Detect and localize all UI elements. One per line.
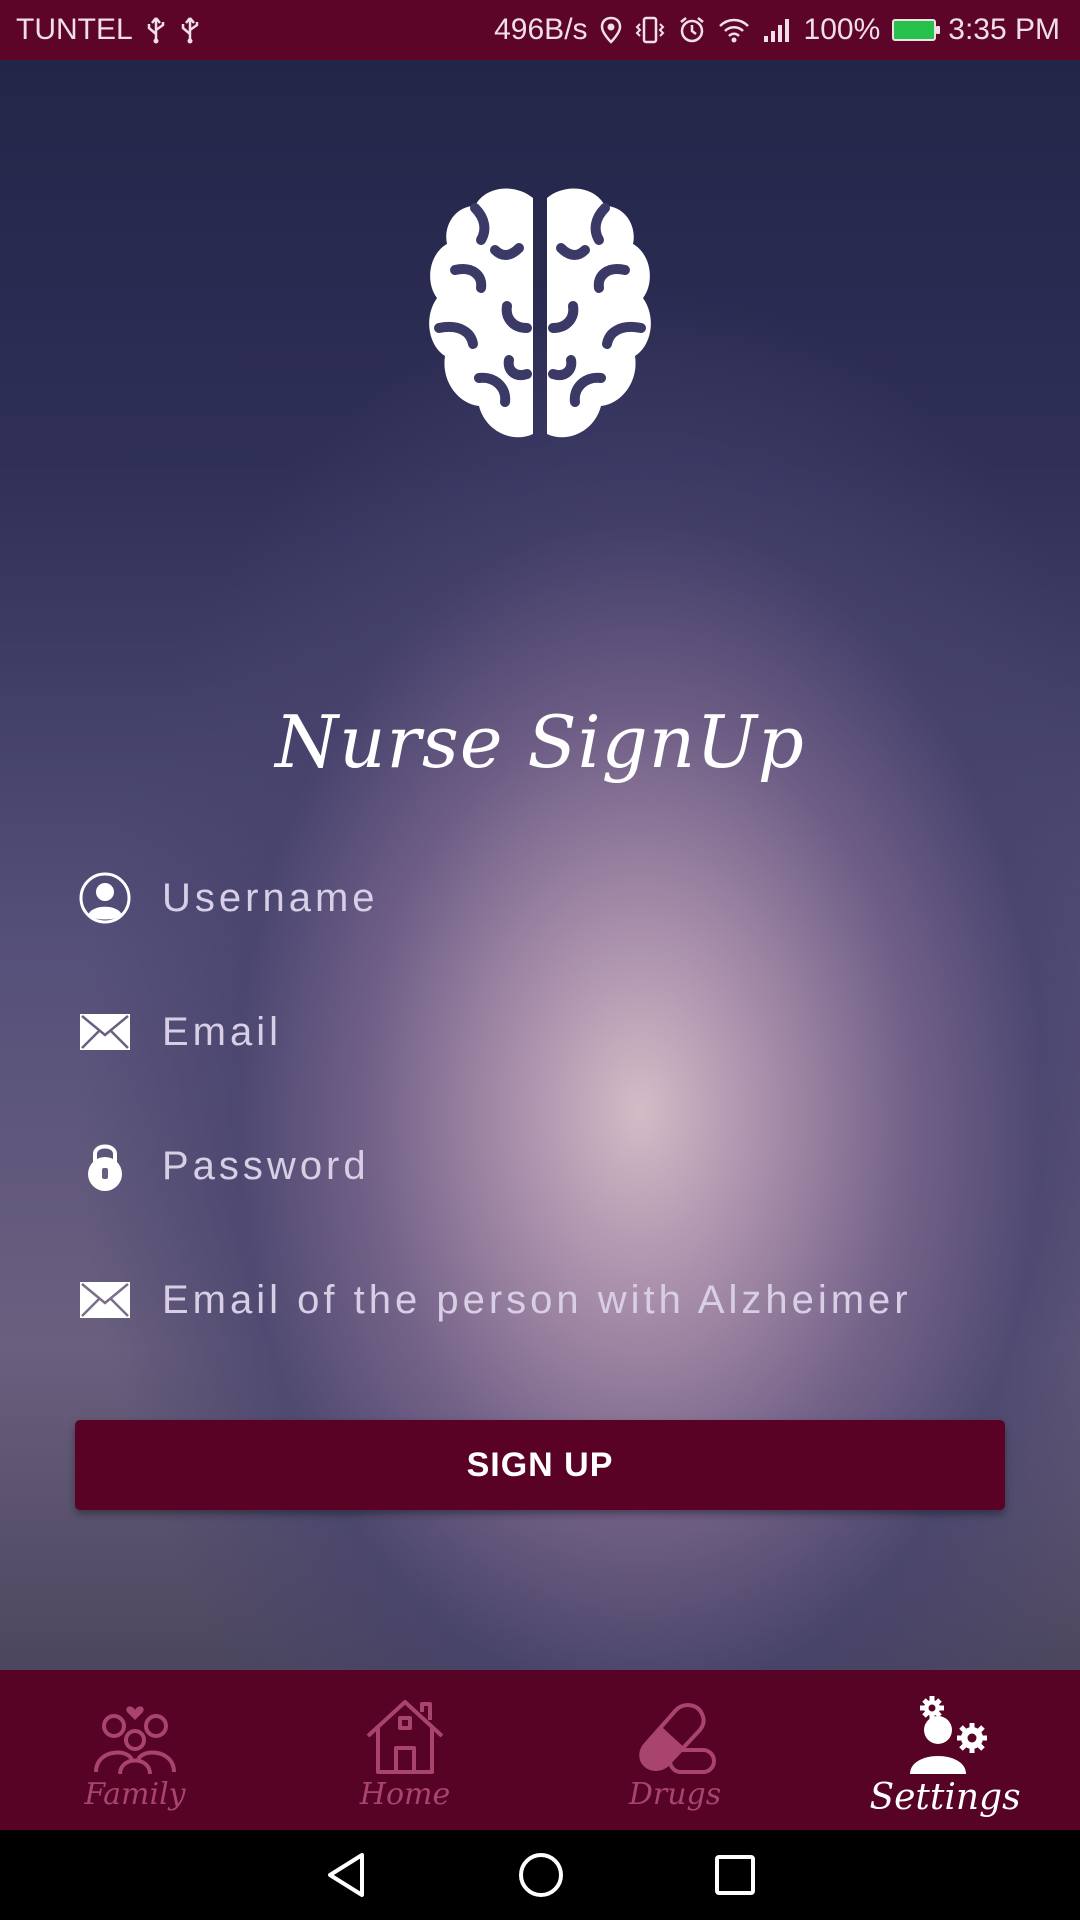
nav-item-family[interactable]: Family xyxy=(0,1670,270,1830)
system-nav-bar xyxy=(0,1830,1080,1920)
recents-icon[interactable] xyxy=(714,1854,756,1896)
settings-user-icon xyxy=(902,1696,988,1781)
battery-percent: 100% xyxy=(803,13,881,46)
usb-icon xyxy=(179,16,201,44)
user-icon xyxy=(76,869,134,927)
envelope-icon xyxy=(76,1271,134,1329)
signal-icon xyxy=(762,16,792,44)
alz-email-field-row xyxy=(76,1260,1006,1340)
back-icon[interactable] xyxy=(324,1851,368,1899)
clock: 3:35 PM xyxy=(948,13,1060,46)
main-content: Nurse SignUp Username Email Email of the… xyxy=(0,60,1080,1670)
lock-icon xyxy=(76,1137,134,1195)
status-bar: TUNTEL 496B/s 100% 3:35 PM xyxy=(0,0,1080,60)
carrier-name: TUNTEL xyxy=(16,13,133,46)
nav-item-home[interactable]: Home xyxy=(270,1670,540,1830)
wifi-icon xyxy=(718,16,750,44)
envelope-icon xyxy=(76,1003,134,1061)
pill-icon xyxy=(632,1696,718,1781)
signup-button[interactable]: SIGN UP xyxy=(75,1420,1005,1510)
screen: TUNTEL 496B/s 100% 3:35 PM Nurse SignUp … xyxy=(0,0,1080,1920)
battery-icon xyxy=(892,19,941,41)
network-speed: 496B/s xyxy=(494,13,588,46)
nav-label-settings: Settings xyxy=(869,1777,1021,1818)
nav-label-home: Home xyxy=(359,1777,451,1812)
family-icon xyxy=(92,1696,178,1781)
email-input[interactable] xyxy=(162,997,1006,1067)
username-field-row xyxy=(76,858,1006,938)
vibrate-icon xyxy=(634,16,666,44)
username-input[interactable] xyxy=(162,863,1006,933)
home-icon xyxy=(362,1696,448,1781)
nav-label-drugs: Drugs xyxy=(628,1777,722,1812)
nav-item-settings[interactable]: Settings xyxy=(810,1670,1080,1830)
password-field-row xyxy=(76,1126,1006,1206)
brain-icon xyxy=(415,178,665,458)
email-field-row xyxy=(76,992,1006,1072)
status-bar-right: 496B/s 100% 3:35 PM xyxy=(494,13,1060,47)
home-circle-icon[interactable] xyxy=(518,1852,564,1898)
location-icon xyxy=(600,16,622,44)
password-input[interactable] xyxy=(162,1131,1006,1201)
alarm-icon xyxy=(678,16,706,44)
page-title: Nurse SignUp xyxy=(275,700,805,784)
alz-email-input[interactable] xyxy=(162,1265,1006,1335)
nav-item-drugs[interactable]: Drugs xyxy=(540,1670,810,1830)
usb-icon xyxy=(145,16,167,44)
bottom-nav: Family Home Drugs Settings xyxy=(0,1670,1080,1830)
nav-label-family: Family xyxy=(84,1777,186,1812)
status-bar-left: TUNTEL xyxy=(16,13,201,47)
